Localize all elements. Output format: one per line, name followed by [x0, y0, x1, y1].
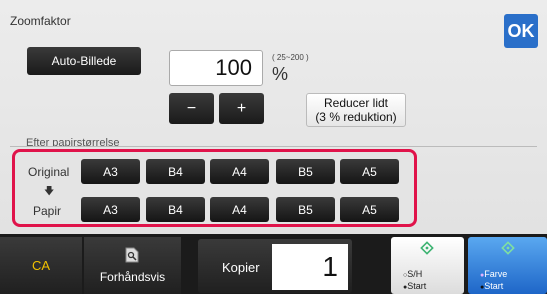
paper-size-a5[interactable]: A5: [340, 197, 399, 222]
preview-label: Forhåndsvis: [99, 270, 166, 284]
ok-button[interactable]: OK: [504, 14, 538, 48]
paper-size-a3[interactable]: A3: [81, 197, 140, 222]
bw-label-line2: Start: [407, 281, 427, 291]
zoom-unit: %: [272, 64, 289, 84]
paper-size-b5[interactable]: B5: [276, 197, 335, 222]
paper-label: Papir: [33, 204, 62, 218]
bw-start-button[interactable]: ○S/H ●Start: [391, 237, 464, 294]
ca-button[interactable]: CA: [0, 237, 82, 294]
preview-icon: [125, 247, 139, 263]
start-diamond-icon: [501, 241, 515, 255]
reduce-label-line2: (3 % reduktion): [315, 110, 397, 124]
color-label-line2: Start: [484, 281, 504, 291]
zoom-plus-button[interactable]: +: [219, 93, 264, 124]
zoom-minus-button[interactable]: −: [169, 93, 214, 124]
copies-label: Kopier: [222, 260, 260, 275]
section-label: Efter papirstørrelse: [26, 137, 120, 146]
zoom-value-field[interactable]: 100: [169, 50, 263, 86]
zoom-range-hint: ( 25~200 ): [272, 53, 309, 62]
original-size-a3[interactable]: A3: [81, 159, 140, 184]
copies-input[interactable]: 1: [272, 244, 348, 290]
color-label-line1: Farve: [484, 269, 508, 279]
start-diamond-icon: [420, 241, 434, 255]
bw-label-line1: S/H: [407, 269, 423, 279]
color-start-button[interactable]: ●Farve ●Start: [468, 237, 547, 294]
auto-image-button[interactable]: Auto-Billede: [27, 47, 141, 75]
preview-button[interactable]: Forhåndsvis: [84, 237, 181, 294]
reduce-label-line1: Reducer lidt: [323, 96, 389, 110]
original-size-b5[interactable]: B5: [276, 159, 335, 184]
reduce-slightly-button[interactable]: Reducer lidt (3 % reduktion): [306, 93, 406, 127]
paper-size-a4[interactable]: A4: [210, 197, 269, 222]
paper-size-b4[interactable]: B4: [146, 197, 205, 222]
original-label: Original: [28, 165, 70, 179]
original-size-b4[interactable]: B4: [146, 159, 205, 184]
dialog-title: Zoomfaktor: [10, 14, 71, 28]
original-size-a4[interactable]: A4: [210, 159, 269, 184]
arrow-down-icon: 🡇: [44, 186, 55, 197]
divider: [10, 146, 537, 147]
original-size-a5[interactable]: A5: [340, 159, 399, 184]
